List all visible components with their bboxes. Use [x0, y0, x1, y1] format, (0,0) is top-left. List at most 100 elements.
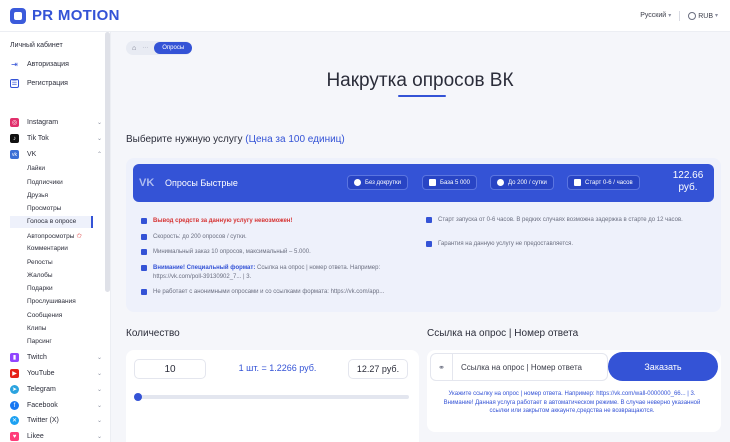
feature-bold: Внимание! Специальный формат: — [153, 265, 256, 271]
chevron-down-icon: ⌄ — [96, 371, 102, 377]
vk-icon: vk — [10, 150, 19, 159]
check-icon — [141, 234, 147, 240]
feature-text: Внимание! Специальный формат: Ссылка на … — [153, 264, 411, 281]
sidebar-item-telegram[interactable]: ➤ Telegram ⌄ — [10, 385, 102, 394]
sidebar-item-label: Likee — [27, 433, 44, 440]
check-icon — [426, 241, 432, 247]
tiktok-icon: ♪ — [10, 134, 19, 143]
logo[interactable]: PR MOTION — [10, 7, 120, 24]
twitter-icon: ✕ — [10, 416, 19, 425]
chip-base: База 5 000 — [422, 175, 477, 190]
chevron-down-icon: ⌄ — [96, 387, 102, 393]
star-icon: ✩ — [76, 233, 83, 240]
sidebar-subitem-subscribers[interactable]: Подписчики — [27, 179, 103, 186]
language-label: Русский — [640, 12, 667, 19]
sidebar-subitem-likes[interactable]: Лайки — [27, 165, 103, 172]
telegram-icon: ➤ — [10, 385, 19, 394]
home-icon[interactable]: ⌂ — [132, 45, 136, 52]
sidebar-item-twitch[interactable]: ▮ Twitch ⌄ — [10, 353, 102, 362]
instagram-icon: ◎ — [10, 118, 19, 127]
sidebar-subitem-gifts[interactable]: Подарки — [27, 285, 103, 292]
sidebar-item-youtube[interactable]: ▶ YouTube ⌄ — [10, 369, 102, 378]
sidebar-item-twitter[interactable]: ✕ Twitter (X) ⌄ — [10, 416, 102, 425]
page-title: Накрутка опросов ВК — [326, 70, 514, 91]
feature-text: Не работает с анонимными опросами и со с… — [153, 289, 385, 295]
sidebar-item-register[interactable]: ☰ Регистрация — [10, 79, 102, 88]
sidebar-item-facebook[interactable]: f Facebook ⌄ — [10, 401, 102, 410]
breadcrumb-current: Опросы — [154, 42, 193, 54]
feature-text: Вывод средств за данную услугу невозможе… — [153, 218, 293, 224]
chevron-down-icon: ⌄ — [96, 434, 102, 440]
link-input[interactable]: ⚭ Ссылка на опрос | Номер ответа — [430, 353, 608, 381]
slider-thumb[interactable] — [134, 393, 142, 401]
sidebar-item-login[interactable]: ⇥ Авторизация — [10, 60, 102, 69]
feature-item: Минимальный заказ 10 опросов, максимальн… — [141, 248, 411, 257]
logo-text: PR MOTION — [32, 7, 120, 24]
register-icon: ☰ — [10, 79, 19, 88]
sidebar-subitem-reposts[interactable]: Репосты — [27, 259, 103, 266]
sidebar-item-vk[interactable]: vk VK ⌃ — [10, 150, 102, 159]
sidebar-scrollbar[interactable] — [105, 32, 110, 292]
chevron-down-icon: ⌄ — [96, 355, 102, 361]
feature-item: Старт запуска от 0-6 часов. В редких слу… — [426, 216, 706, 225]
chip-speed: До 200 / сутки — [490, 175, 554, 190]
logo-icon — [10, 7, 26, 24]
sidebar-subitem-parsing[interactable]: Парсинг — [27, 338, 103, 345]
database-icon — [429, 179, 436, 186]
breadcrumb: ⌂ ··· Опросы — [126, 41, 193, 55]
sidebar-item-label: Tik Tok — [27, 135, 49, 142]
quantity-label: Количество — [126, 328, 180, 339]
currency-label: RUB — [698, 12, 713, 20]
sidebar-subitem-poll-votes[interactable]: Голоса в опросе — [10, 216, 93, 228]
chevron-down-icon: ⌄ — [96, 418, 102, 424]
sidebar-item-tiktok[interactable]: ♪ Tik Tok ⌄ — [10, 134, 102, 143]
chevron-down-icon: ▾ — [668, 13, 672, 19]
service-section-label: Выберите нужную услугу (Цена за 100 един… — [126, 134, 345, 145]
chip-label: До 200 / сутки — [508, 179, 547, 186]
sidebar-item-label: Telegram — [27, 386, 56, 393]
sidebar-subitem-messages[interactable]: Сообщения — [27, 312, 103, 319]
currency-select[interactable]: RUB ▾ — [688, 11, 718, 20]
sidebar-item-label: VK — [27, 151, 37, 158]
feature-item: Не работает с анонимными опросами и со с… — [141, 288, 419, 297]
language-select[interactable]: Русский ▾ — [640, 12, 671, 19]
sidebar-item-likee[interactable]: ♥ Likee ⌄ — [10, 432, 102, 441]
sidebar-subitem-autoviews[interactable]: Автопросмотры ✩ — [27, 232, 103, 240]
order-button[interactable]: Заказать — [608, 352, 718, 381]
sidebar-subitem-comments[interactable]: Комментарии — [27, 245, 103, 252]
sidebar-item-label: Twitch — [27, 354, 47, 361]
shield-icon — [354, 179, 361, 186]
feature-text: Гарантия на данную услугу не предоставля… — [438, 241, 573, 247]
link-note: Укажите ссылку на опрос | номер ответа. … — [443, 391, 701, 414]
feature-item: Внимание! Специальный формат: Ссылка на … — [141, 264, 411, 281]
link-label: Ссылка на опрос | Номер ответа — [427, 328, 579, 339]
quantity-slider[interactable] — [134, 393, 409, 401]
service-price: 122.66 руб. — [662, 170, 714, 194]
feature-text: Старт запуска от 0-6 часов. В редких слу… — [438, 217, 683, 223]
sidebar-subitem-listens[interactable]: Прослушивания — [27, 298, 103, 305]
sidebar-subitem-views[interactable]: Просмотры — [27, 205, 103, 212]
total-price: 12.27 руб. — [348, 359, 408, 379]
feature-text: Минимальный заказ 10 опросов, максимальн… — [153, 249, 311, 255]
service-label-text: Выберите нужную услугу — [126, 134, 243, 145]
price-unit: руб. — [678, 182, 698, 193]
rocket-icon — [574, 179, 581, 186]
sidebar-subitem-complaints[interactable]: Жалобы — [27, 272, 103, 279]
sidebar-subitem-friends[interactable]: Друзья — [27, 192, 103, 199]
sidebar-item-label: YouTube — [27, 370, 55, 377]
chip-label: Старт 0-6 / часов — [585, 179, 633, 186]
link-placeholder: Ссылка на опрос | Номер ответа — [461, 362, 582, 372]
quantity-input[interactable] — [134, 359, 206, 379]
sidebar-item-cabinet[interactable]: Личный кабинет — [10, 42, 63, 49]
check-icon — [141, 249, 147, 255]
breadcrumb-ellipsis[interactable]: ··· — [142, 45, 148, 51]
check-icon — [426, 217, 432, 223]
sidebar-item-label: Twitter (X) — [27, 417, 59, 424]
chevron-down-icon: ⌄ — [96, 136, 102, 142]
sidebar-item-instagram[interactable]: ◎ Instagram ⌄ — [10, 118, 102, 127]
sidebar-subitem-clips[interactable]: Клипы — [27, 325, 103, 332]
header: PR MOTION Русский ▾ RUB ▾ — [0, 0, 730, 32]
check-icon — [141, 265, 147, 271]
chip-label: База 5 000 — [440, 179, 470, 186]
feature-item: Скорость: до 200 опросов / сутки. — [141, 233, 411, 242]
